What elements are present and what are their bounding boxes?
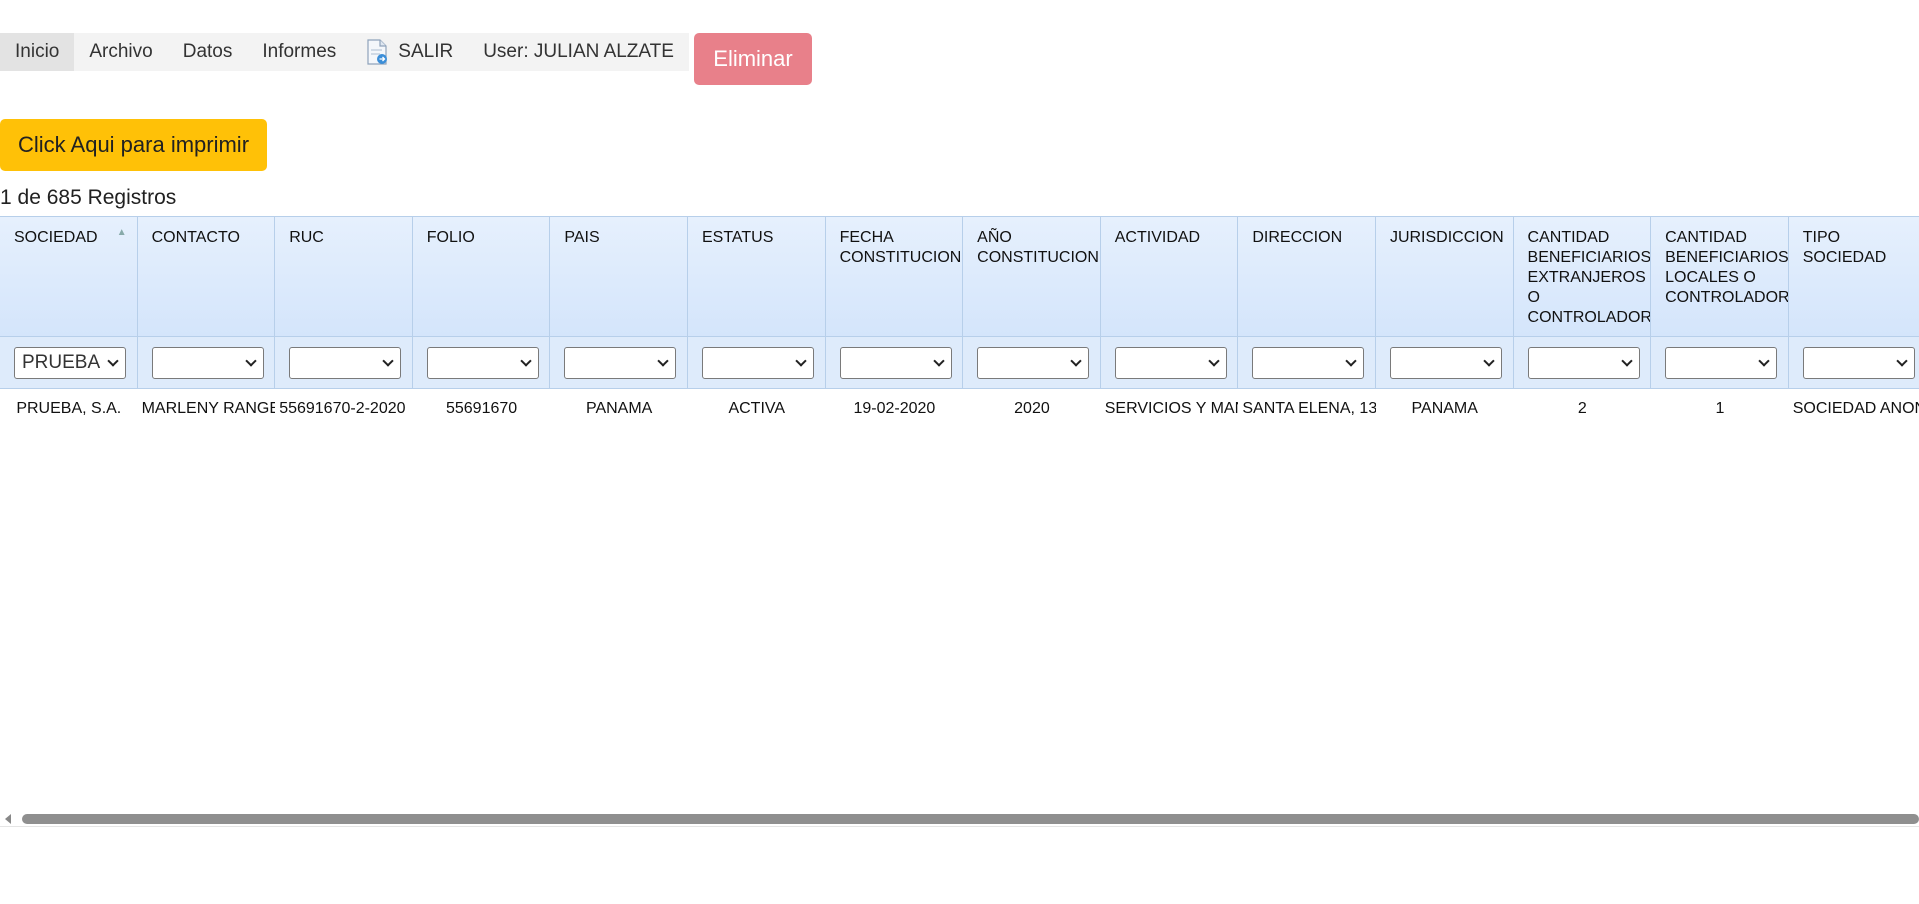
delete-button[interactable]: Eliminar bbox=[694, 33, 812, 85]
filter-select-beneficiarios-locales[interactable] bbox=[1665, 346, 1778, 379]
cell-pais: PANAMA bbox=[585, 400, 653, 417]
filter-row: PRUEBA, S.A. bbox=[0, 337, 1919, 389]
cell-direccion: SANTA ELENA, 13 bbox=[1242, 400, 1376, 417]
sort-arrow-icon: ▲ bbox=[116, 227, 127, 238]
scrollbar-thumb[interactable] bbox=[22, 814, 1919, 824]
column-header-pais[interactable]: PAIS bbox=[550, 216, 688, 337]
column-header-estatus[interactable]: ESTATUS bbox=[687, 216, 826, 337]
column-header-fecha-constitucion[interactable]: FECHA CONSTITUCION bbox=[825, 216, 964, 337]
filter-select-contacto[interactable] bbox=[151, 346, 264, 379]
chevron-down-icon bbox=[1483, 354, 1495, 367]
filter-select-tipo-sociedad[interactable] bbox=[1802, 346, 1915, 379]
cell-sociedad: PRUEBA, S.A. bbox=[16, 400, 122, 417]
cell-ano-constitucion: 2020 bbox=[1014, 400, 1050, 417]
filter-select-actividad[interactable] bbox=[1114, 346, 1227, 379]
filter-select-direccion[interactable] bbox=[1252, 346, 1365, 379]
filter-select-sociedad[interactable]: PRUEBA, S.A. bbox=[14, 346, 126, 379]
header-row: SOCIEDAD ▲ CONTACTO RUC FOLIO PAIS ESTATU… bbox=[0, 216, 1919, 337]
filter-select-fecha-constitucion[interactable] bbox=[839, 346, 952, 379]
column-header-sociedad[interactable]: SOCIEDAD ▲ bbox=[0, 216, 138, 337]
chevron-down-icon bbox=[244, 354, 257, 367]
chevron-down-icon bbox=[520, 354, 532, 367]
column-header-direccion[interactable]: DIRECCION bbox=[1238, 216, 1376, 337]
filter-select-beneficiarios-extranjeros[interactable] bbox=[1527, 346, 1640, 379]
column-header-beneficiarios-extranjeros[interactable]: CANTIDAD BENEFICIARIOS EXTRANJEROS O CON… bbox=[1513, 216, 1652, 337]
cell-ruc: 55691670-2-2020 bbox=[279, 400, 406, 417]
filter-select-folio[interactable] bbox=[426, 346, 539, 379]
chevron-down-icon bbox=[795, 354, 807, 367]
menu-salir[interactable]: SALIR bbox=[351, 33, 468, 71]
cell-beneficiarios-extranjeros: 2 bbox=[1577, 400, 1587, 417]
cell-actividad: SERVICIOS Y MANTENIMIENTO bbox=[1104, 400, 1239, 417]
chevron-down-icon bbox=[1620, 354, 1633, 367]
chevron-down-icon bbox=[932, 354, 945, 367]
column-header-ano-constitucion[interactable]: AÑO CONSTITUCION bbox=[963, 216, 1101, 337]
chevron-down-icon bbox=[1208, 354, 1220, 367]
column-header-jurisdiccion[interactable]: JURISDICCION bbox=[1375, 216, 1514, 337]
column-header-ruc[interactable]: RUC bbox=[275, 216, 413, 337]
column-header-beneficiarios-locales[interactable]: CANTIDAD BENEFICIARIOS LOCALES O CONTROL… bbox=[1651, 216, 1789, 337]
document-exit-icon bbox=[366, 39, 388, 65]
cell-contacto: MARLENY RANGEL bbox=[141, 400, 276, 417]
column-header-tipo-sociedad[interactable]: TIPO SOCIEDAD bbox=[1788, 216, 1919, 337]
filter-select-pais[interactable] bbox=[564, 346, 677, 379]
chevron-down-icon bbox=[107, 354, 119, 367]
chevron-down-icon bbox=[382, 354, 394, 367]
menu-informes[interactable]: Informes bbox=[247, 33, 351, 71]
filter-select-jurisdiccion[interactable] bbox=[1389, 346, 1502, 379]
menu-user: User: JULIAN ALZATE bbox=[483, 41, 674, 62]
cell-estatus: ACTIVA bbox=[728, 400, 786, 417]
cell-folio: 55691670 bbox=[445, 400, 518, 417]
filter-select-ano-constitucion[interactable] bbox=[977, 346, 1090, 379]
scroll-left-arrow-icon[interactable] bbox=[5, 814, 11, 824]
print-button[interactable]: Click Aqui para imprimir bbox=[0, 119, 267, 171]
column-header-contacto[interactable]: CONTACTO bbox=[137, 216, 276, 337]
menu-inicio[interactable]: Inicio bbox=[0, 33, 75, 71]
horizontal-scrollbar[interactable] bbox=[0, 811, 1919, 827]
menu-datos[interactable]: Datos bbox=[168, 33, 248, 71]
filter-select-ruc[interactable] bbox=[289, 346, 402, 379]
data-grid: SOCIEDAD ▲ CONTACTO RUC FOLIO PAIS ESTATU… bbox=[0, 216, 1919, 816]
menu-bar: Inicio Archivo Datos Informes SALIR User… bbox=[0, 33, 689, 71]
chevron-down-icon bbox=[657, 354, 670, 367]
column-header-actividad[interactable]: ACTIVIDAD bbox=[1100, 216, 1239, 337]
column-header-folio[interactable]: FOLIO bbox=[412, 216, 551, 337]
chevron-down-icon bbox=[1758, 354, 1770, 367]
cell-jurisdiccion: PANAMA bbox=[1411, 400, 1478, 417]
chevron-down-icon bbox=[1070, 354, 1082, 367]
menu-archivo[interactable]: Archivo bbox=[74, 33, 167, 71]
table-row[interactable]: PRUEBA, S.A. MARLENY RANGEL 55691670-2-2… bbox=[0, 389, 1919, 429]
chevron-down-icon bbox=[1345, 354, 1358, 367]
record-count: 1 de 685 Registros bbox=[0, 186, 177, 209]
chevron-down-icon bbox=[1896, 354, 1908, 367]
cell-tipo-sociedad: SOCIEDAD ANONIMA bbox=[1792, 400, 1919, 417]
menu-salir-label: SALIR bbox=[398, 41, 454, 62]
cell-fecha-constitucion: 19-02-2020 bbox=[853, 400, 936, 417]
filter-select-estatus[interactable] bbox=[701, 346, 814, 379]
cell-beneficiarios-locales: 1 bbox=[1715, 400, 1725, 417]
